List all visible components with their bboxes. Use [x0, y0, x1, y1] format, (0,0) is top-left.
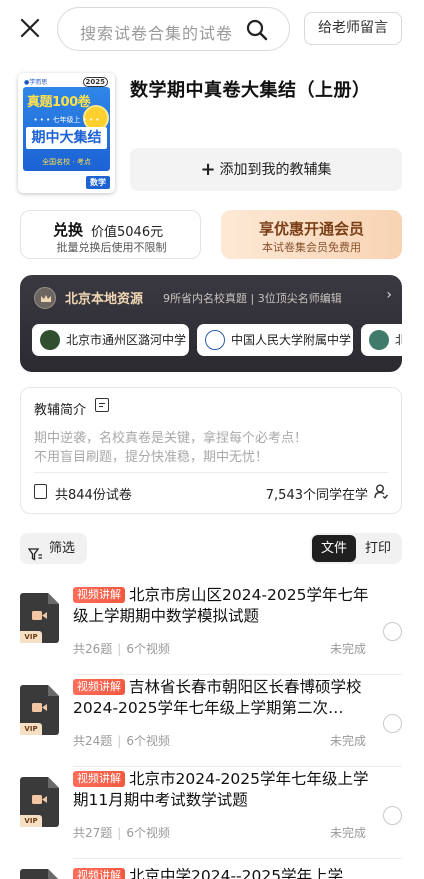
filter-label: 筛选 [49, 541, 76, 556]
search-icon[interactable] [245, 18, 269, 42]
item-meta: 共26题 | 6个视频 [73, 642, 170, 656]
video-badge: 视频讲解 [73, 587, 125, 603]
cover-brand: ●学而思 [24, 79, 48, 86]
learner-count: 7,543个同学在学 [265, 488, 368, 503]
question-count: 共24题 [73, 734, 113, 748]
close-icon[interactable] [16, 14, 44, 42]
video-file-icon: VIP [20, 685, 59, 735]
chevron-right-icon[interactable]: › [386, 287, 392, 303]
school-name: 北京市通州区潞河中学 [66, 333, 187, 347]
cover-year: 2025 [82, 77, 108, 87]
vip-badge: VIP [20, 723, 42, 735]
select-radio[interactable] [383, 806, 402, 825]
item-status: 未完成 [329, 826, 366, 840]
school-logo-icon [40, 330, 60, 350]
select-radio[interactable] [383, 622, 402, 641]
item-title: 视频讲解 北京市房山区2024-2025学年七年级上学期期中数学模拟试题 [73, 585, 383, 627]
school-chip[interactable]: 北 [361, 324, 402, 356]
item-meta: 共24题 | 6个视频 [73, 734, 170, 748]
book-title: 数学期中真卷大集结（上册） [130, 80, 371, 101]
item-title: 视频讲解 北京中学2024--2025学年上学 [73, 866, 383, 879]
paper-count: 共844份试卷 [55, 488, 132, 503]
search-placeholder: 搜索试卷合集的试卷 [80, 24, 234, 43]
vip-subtitle: 本试卷集会员免费用 [262, 241, 361, 254]
list-item[interactable]: VIP 视频讲解 吉林省长春市朝阳区长春博硕学校2024-2025学年七年级上学期… [20, 675, 402, 767]
item-status: 未完成 [329, 734, 366, 748]
intro-text: 期中逆袭，名校真卷是关键，拿捏每个必考点！ 不用盲目刷题，提分快准稳，期中无忧！ [34, 429, 384, 467]
tab-print[interactable]: 打印 [356, 535, 400, 562]
school-chip[interactable]: 北京市通州区潞河中学 [32, 324, 189, 356]
video-count: 6个视频 [126, 826, 170, 840]
item-title: 视频讲解 吉林省长春市朝阳区长春博硕学校2024-2025学年七年级上学期第二次… [73, 677, 383, 719]
list-item[interactable]: 视频讲解 北京中学2024--2025学年上学 [20, 859, 402, 879]
video-badge: 视频讲解 [73, 679, 125, 695]
cover-subject: 数学 [86, 176, 110, 189]
local-description: 9所省内名校真题 | 3位顶尖名师编辑 [163, 292, 342, 305]
edit-icon[interactable] [95, 398, 109, 412]
video-badge: 视频讲解 [73, 868, 125, 879]
cover-title-main: 期中大集结 [26, 127, 107, 149]
message-teacher-button[interactable]: 给老师留言 [304, 12, 402, 45]
intro-card: 教辅简介 期中逆袭，名校真卷是关键，拿捏每个必考点！ 不用盲目刷题，提分快准稳，… [20, 387, 402, 514]
book-cover[interactable]: ●学而思 2025 真题100卷 • • • 七年级上 • • • 期中大集结 … [18, 73, 115, 193]
local-resources-panel[interactable]: 北京本地资源 9所省内名校真题 | 3位顶尖名师编辑 › 北京市通州区潞河中学 … [20, 275, 402, 372]
exchange-value: 价值5046元 [91, 225, 164, 240]
user-icon [374, 484, 389, 499]
school-logo-icon [205, 330, 225, 350]
school-name: 北 [395, 333, 402, 347]
list-item[interactable]: VIP 视频讲解 北京市2024-2025学年七年级上学期11月期中考试数学试题 … [20, 767, 402, 859]
add-to-collection-button[interactable]: + 添加到我的教辅集 [130, 148, 402, 191]
cover-grade: • • • 七年级上 • • • [33, 116, 100, 124]
video-file-icon: VIP [20, 777, 59, 827]
video-badge: 视频讲解 [73, 771, 125, 787]
intro-title: 教辅简介 [34, 403, 87, 418]
cover-tagline: 全国名校 · 考点 [42, 158, 91, 166]
vip-badge: VIP [20, 815, 42, 827]
item-meta: 共27题 | 6个视频 [73, 826, 170, 840]
book-icon [34, 484, 47, 499]
search-input[interactable]: 搜索试卷合集的试卷 [57, 7, 290, 51]
divider [34, 472, 388, 473]
intro-line: 期中逆袭，名校真卷是关键，拿捏每个必考点！ [34, 431, 308, 446]
school-name: 中国人民大学附属中学 [231, 333, 352, 347]
plus-icon: + [200, 159, 216, 180]
cover-title-top: 真题100卷 [27, 95, 91, 110]
exchange-subtitle: 批量兑换后使用不限制 [56, 241, 167, 254]
item-status: 未完成 [329, 642, 366, 656]
video-file-icon: VIP [20, 593, 59, 643]
vip-badge: VIP [20, 631, 42, 643]
video-count: 6个视频 [126, 734, 170, 748]
view-toggle: 文件 打印 [310, 533, 402, 564]
crown-icon [34, 287, 56, 309]
add-button-label: 添加到我的教辅集 [219, 162, 332, 178]
item-title-text: 北京中学2024--2025学年上学 [129, 867, 344, 879]
cover-panel: 真题100卷 • • • 七年级上 • • • 期中大集结 全国名校 · 考点 [23, 87, 110, 171]
school-chip[interactable]: 中国人民大学附属中学 [197, 324, 353, 356]
question-count: 共27题 [73, 826, 113, 840]
item-title: 视频讲解 北京市2024-2025学年七年级上学期11月期中考试数学试题 [73, 769, 383, 811]
local-title: 北京本地资源 [65, 292, 144, 307]
select-radio[interactable] [383, 714, 402, 733]
vip-card[interactable]: 享优惠开通会员 本试卷集会员免费用 [221, 210, 402, 259]
exchange-title: 兑换 [53, 221, 84, 239]
video-count: 6个视频 [126, 642, 170, 656]
question-count: 共26题 [73, 642, 113, 656]
header: 搜索试卷合集的试卷 给老师留言 [0, 0, 424, 58]
intro-line: 不用盲目刷题，提分快准稳，期中无忧！ [34, 450, 269, 465]
school-logo-icon [369, 330, 389, 350]
exchange-card[interactable]: 兑换 价值5046元 批量兑换后使用不限制 [20, 210, 201, 259]
video-file-icon [20, 869, 59, 879]
tab-file[interactable]: 文件 [312, 535, 356, 562]
list-item[interactable]: VIP 视频讲解 北京市房山区2024-2025学年七年级上学期期中数学模拟试题 … [20, 583, 402, 675]
filter-button[interactable]: 筛选 [20, 533, 87, 564]
filter-icon [27, 542, 43, 561]
vip-title: 享优惠开通会员 [258, 220, 364, 238]
